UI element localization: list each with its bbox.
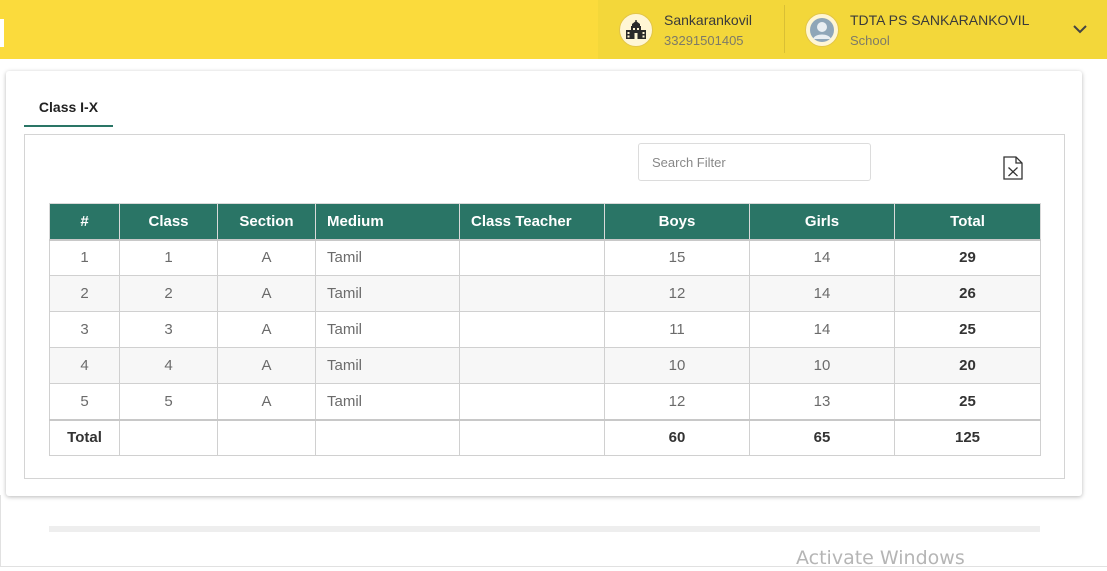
boys-cell: 12	[604, 275, 750, 312]
column-header-number[interactable]: #	[49, 203, 120, 241]
empty-cell	[459, 418, 605, 456]
empty-cell	[217, 418, 316, 456]
header-divider	[784, 5, 785, 53]
column-header-class[interactable]: Class	[119, 203, 218, 241]
table-row: 1 1 A Tamil 15 14 29	[49, 239, 1041, 276]
search-input[interactable]	[638, 143, 871, 181]
school-info[interactable]: Sankarankovil 33291501405	[619, 0, 752, 59]
table-row: 2 2 A Tamil 12 14 26	[49, 275, 1041, 312]
class-teacher-cell	[459, 383, 605, 420]
class-teacher-cell	[459, 311, 605, 348]
total-girls: 65	[749, 418, 895, 456]
section-cell: A	[217, 347, 316, 384]
class-cell: 1	[119, 239, 218, 276]
column-header-class-teacher[interactable]: Class Teacher	[459, 203, 605, 241]
girls-cell: 14	[749, 239, 895, 276]
top-header-bar: Sankarankovil 33291501405 TDTA PS SANKAR…	[0, 0, 1107, 59]
user-avatar-icon	[805, 12, 839, 47]
total-cell: 29	[894, 239, 1041, 276]
girls-cell: 10	[749, 347, 895, 384]
page-edge	[0, 495, 1, 567]
user-info[interactable]: TDTA PS SANKARANKOVIL School	[805, 0, 1029, 59]
class-teacher-cell	[459, 275, 605, 312]
sidebar-toggle-tab[interactable]	[0, 19, 4, 47]
empty-cell	[119, 418, 218, 456]
horizontal-scrollbar[interactable]	[49, 526, 1040, 532]
class-table: # Class Section Medium Class Teacher Boy…	[49, 203, 1041, 456]
class-cell: 3	[119, 311, 218, 348]
chevron-down-icon[interactable]	[1072, 22, 1088, 36]
girls-cell: 14	[749, 311, 895, 348]
total-cell: 25	[894, 311, 1041, 348]
table-panel: # Class Section Medium Class Teacher Boy…	[24, 134, 1065, 532]
tab-class-i-x[interactable]: Class I-X	[24, 99, 113, 127]
medium-cell: Tamil	[315, 383, 460, 420]
girls-cell: 13	[749, 383, 895, 420]
total-boys: 60	[604, 418, 750, 456]
class-cell: 4	[119, 347, 218, 384]
medium-cell: Tamil	[315, 275, 460, 312]
column-header-boys[interactable]: Boys	[604, 203, 750, 241]
user-name: TDTA PS SANKARANKOVIL	[850, 11, 1030, 28]
table-header-row: # Class Section Medium Class Teacher Boy…	[49, 203, 1041, 241]
table-row: 5 5 A Tamil 12 13 25	[49, 383, 1041, 420]
class-cell: 2	[119, 275, 218, 312]
class-teacher-cell	[459, 347, 605, 384]
row-number: 2	[49, 275, 120, 312]
empty-cell	[315, 418, 460, 456]
class-teacher-cell	[459, 239, 605, 276]
school-name: Sankarankovil	[664, 11, 752, 28]
row-number: 1	[49, 239, 120, 276]
column-header-girls[interactable]: Girls	[749, 203, 895, 241]
section-cell: A	[217, 275, 316, 312]
class-summary-card: Class I-X # Class Section Medium Class T…	[6, 71, 1082, 532]
row-number: 5	[49, 383, 120, 420]
user-role: School	[850, 32, 890, 48]
school-building-icon	[619, 12, 653, 47]
bottom-divider	[0, 566, 1107, 567]
table-total-row: Total 60 65 125	[49, 418, 1041, 456]
row-number: 3	[49, 311, 120, 348]
row-number: 4	[49, 347, 120, 384]
total-cell: 25	[894, 383, 1041, 420]
boys-cell: 10	[604, 347, 750, 384]
girls-cell: 14	[749, 275, 895, 312]
total-cell: 20	[894, 347, 1041, 384]
excel-export-icon[interactable]	[1002, 156, 1024, 180]
class-cell: 5	[119, 383, 218, 420]
table-row: 4 4 A Tamil 10 10 20	[49, 347, 1041, 384]
table-row: 3 3 A Tamil 11 14 25	[49, 311, 1041, 348]
boys-cell: 11	[604, 311, 750, 348]
boys-cell: 12	[604, 383, 750, 420]
section-cell: A	[217, 311, 316, 348]
boys-cell: 15	[604, 239, 750, 276]
school-code: 33291501405	[664, 32, 744, 48]
medium-cell: Tamil	[315, 347, 460, 384]
column-header-total[interactable]: Total	[894, 203, 1041, 241]
grand-total: 125	[894, 418, 1041, 456]
column-header-section[interactable]: Section	[217, 203, 316, 241]
section-cell: A	[217, 239, 316, 276]
column-header-medium[interactable]: Medium	[315, 203, 460, 241]
total-cell: 26	[894, 275, 1041, 312]
total-label: Total	[49, 418, 120, 456]
medium-cell: Tamil	[315, 311, 460, 348]
medium-cell: Tamil	[315, 239, 460, 276]
section-cell: A	[217, 383, 316, 420]
